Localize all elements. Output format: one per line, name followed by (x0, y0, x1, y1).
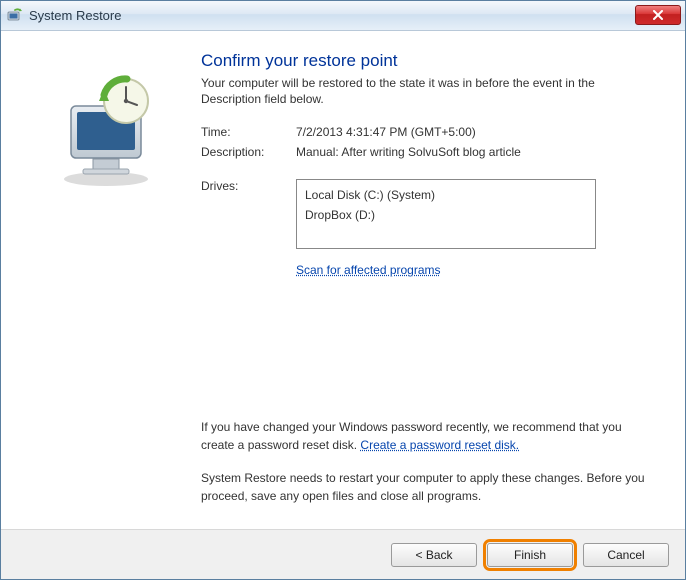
finish-button[interactable]: Finish (487, 543, 573, 567)
close-button[interactable] (635, 5, 681, 25)
restore-icon (7, 8, 23, 24)
drive-item: DropBox (D:) (305, 206, 587, 225)
back-button[interactable]: < Back (391, 543, 477, 567)
create-password-reset-disk-link[interactable]: Create a password reset disk. (360, 438, 519, 452)
body-area: Confirm your restore point Your computer… (1, 31, 685, 529)
description-row: Description: Manual: After writing Solvu… (201, 145, 655, 159)
scan-link-row: Scan for affected programs (296, 263, 655, 277)
drives-label: Drives: (201, 179, 296, 193)
restore-illustration-icon (41, 71, 171, 194)
restart-notice: System Restore needs to restart your com… (201, 470, 655, 505)
scan-affected-programs-link[interactable]: Scan for affected programs (296, 263, 441, 277)
password-notice: If you have changed your Windows passwor… (201, 419, 655, 454)
description-label: Description: (201, 145, 296, 159)
left-column (11, 51, 201, 519)
drives-list: Local Disk (C:) (System) DropBox (D:) (296, 179, 596, 249)
description-value: Manual: After writing SolvuSoft blog art… (296, 145, 655, 159)
cancel-button[interactable]: Cancel (583, 543, 669, 567)
drives-row: Drives: Local Disk (C:) (System) DropBox… (201, 179, 655, 249)
window-title: System Restore (29, 8, 121, 23)
page-heading: Confirm your restore point (201, 51, 655, 71)
system-restore-window: System Restore (0, 0, 686, 580)
content-column: Confirm your restore point Your computer… (201, 51, 655, 519)
drive-item: Local Disk (C:) (System) (305, 186, 587, 205)
page-subtext: Your computer will be restored to the st… (201, 75, 655, 107)
time-label: Time: (201, 125, 296, 139)
button-bar: < Back Finish Cancel (1, 529, 685, 579)
time-value: 7/2/2013 4:31:47 PM (GMT+5:00) (296, 125, 655, 139)
titlebar: System Restore (1, 1, 685, 31)
time-row: Time: 7/2/2013 4:31:47 PM (GMT+5:00) (201, 125, 655, 139)
close-icon (653, 10, 663, 20)
